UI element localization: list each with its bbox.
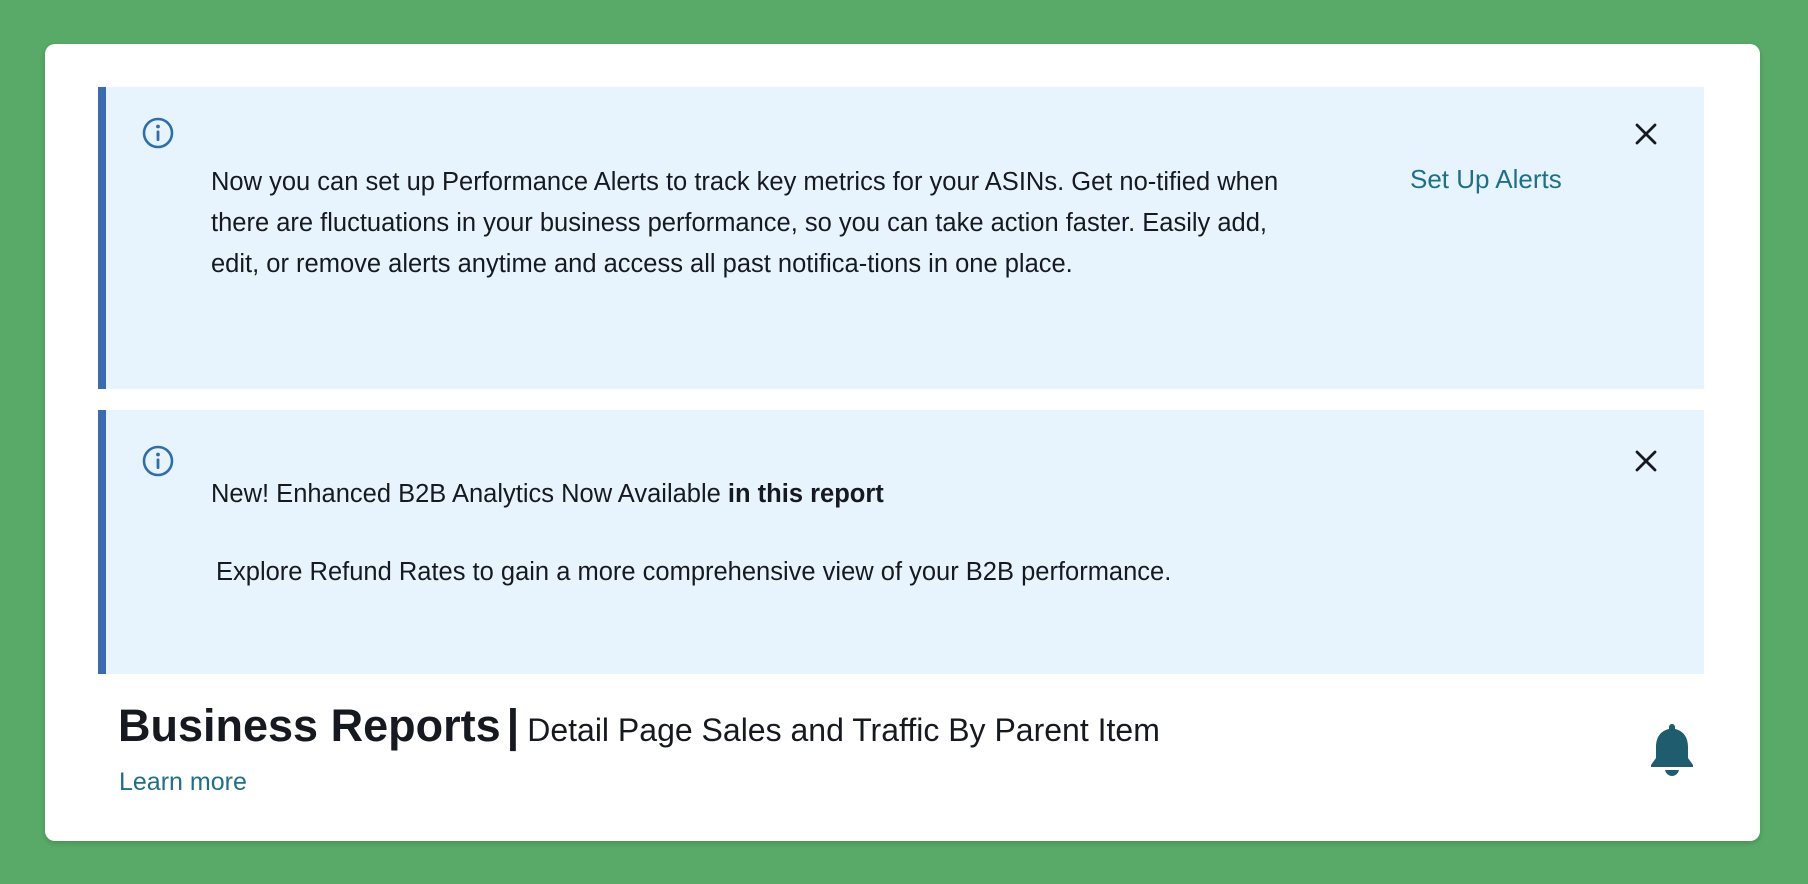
close-icon[interactable] (1628, 116, 1664, 152)
b2b-analytics-title: New! Enhanced B2B Analytics Now Availabl… (211, 480, 884, 509)
page-subtitle: Detail Page Sales and Traffic By Parent … (527, 712, 1160, 748)
b2b-analytics-banner: New! Enhanced B2B Analytics Now Availabl… (98, 410, 1704, 674)
b2b-analytics-message: Explore Refund Rates to gain a more comp… (216, 558, 1172, 586)
set-up-alerts-link[interactable]: Set Up Alerts (1410, 164, 1562, 195)
b2b-title-bold: in this report (727, 480, 884, 508)
close-icon[interactable] (1628, 443, 1664, 479)
info-icon (141, 444, 175, 478)
info-icon (141, 116, 175, 150)
b2b-title-normal: New! Enhanced B2B Analytics Now Availabl… (211, 480, 728, 508)
title-separator: | (506, 700, 520, 751)
page-title: Business Reports | Detail Page Sales and T… (118, 700, 1160, 752)
report-card: Now you can set up Performance Alerts to… (45, 44, 1760, 841)
page-title-main: Business Reports (118, 700, 501, 751)
learn-more-link[interactable]: Learn more (119, 768, 247, 797)
bell-icon[interactable] (1645, 720, 1699, 778)
performance-alerts-message: Now you can set up Performance Alerts to… (211, 168, 1279, 278)
performance-alerts-banner: Now you can set up Performance Alerts to… (98, 87, 1704, 389)
